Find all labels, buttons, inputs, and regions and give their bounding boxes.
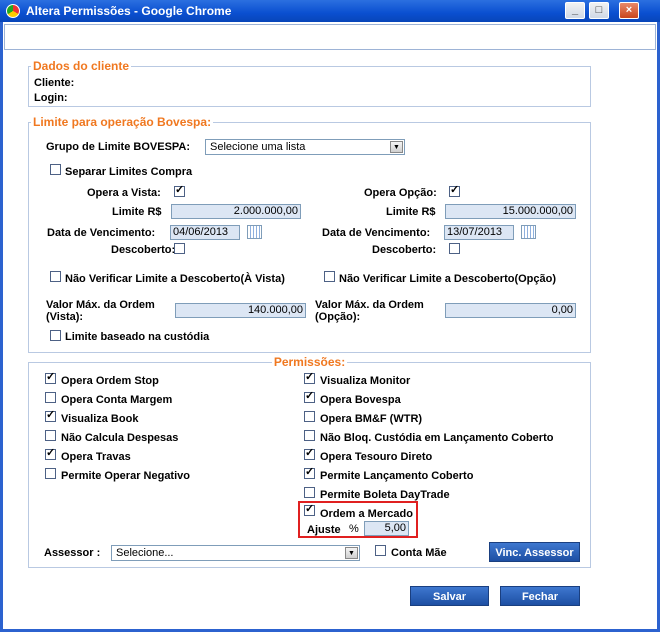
dados-cliente-section: Dados do cliente: [28, 59, 591, 107]
perm-nao-calcula-despesas-label: Não Calcula Despesas: [61, 432, 179, 444]
perm-visualiza-book-checkbox[interactable]: [45, 408, 56, 422]
perm-visualiza-book-label: Visualiza Book: [61, 413, 139, 425]
descoberto-vista-label: Descoberto:: [111, 244, 176, 256]
perm-opera-travas-label: Opera Travas: [61, 451, 131, 463]
custodia-checkbox[interactable]: [50, 330, 61, 341]
separar-limites-checkbox[interactable]: [50, 164, 61, 175]
valor-max-vista-label-2: (Vista):: [46, 311, 84, 323]
perm-lancamento-coberto-checkbox[interactable]: [304, 465, 315, 479]
chevron-down-icon: ▼: [390, 141, 403, 153]
vinc-assessor-button[interactable]: Vinc. Assessor: [489, 542, 580, 562]
ajuste-label: Ajuste: [307, 524, 341, 536]
assessor-value: Selecione...: [116, 547, 174, 559]
grupo-limite-value: Selecione uma lista: [210, 141, 306, 153]
perm-nao-bloq-custodia-checkbox[interactable]: [304, 430, 315, 441]
conta-mae-checkbox[interactable]: [375, 545, 386, 556]
venc-opcao-label: Data de Vencimento:: [322, 227, 431, 239]
valor-max-vista-label: Valor Máx. da Ordem: [46, 299, 155, 311]
title-bar: Altera Permissões - Google Chrome _ □ ×: [0, 0, 660, 22]
grupo-limite-label: Grupo de Limite BOVESPA:: [46, 141, 191, 153]
calendar-icon[interactable]: [247, 225, 262, 239]
perm-visualiza-monitor-checkbox[interactable]: [304, 370, 315, 384]
fechar-button[interactable]: Fechar: [500, 586, 580, 606]
assessor-label: Assessor :: [44, 547, 101, 559]
perm-tesouro-direto-checkbox[interactable]: [304, 446, 315, 460]
ajuste-input[interactable]: 5,00: [364, 521, 409, 536]
close-button[interactable]: ×: [619, 2, 639, 19]
perm-opera-bovespa-label: Opera Bovespa: [320, 394, 401, 406]
nao-verif-vista-label: Não Verificar Limite a Descoberto(À Vist…: [65, 273, 285, 285]
valor-max-opcao-label-2: (Opção):: [315, 311, 361, 323]
chevron-down-icon: ▼: [345, 547, 358, 559]
perm-opera-ordem-stop-label: Opera Ordem Stop: [61, 375, 159, 387]
custodia-label: Limite baseado na custódia: [65, 331, 210, 343]
perm-operar-negativo-label: Permite Operar Negativo: [61, 470, 190, 482]
perm-opera-conta-margem-checkbox[interactable]: [45, 392, 56, 403]
descoberto-vista-checkbox[interactable]: [174, 243, 185, 254]
opera-vista-label: Opera a Vista:: [87, 187, 161, 199]
perm-ordem-mercado-checkbox[interactable]: [304, 502, 315, 516]
perm-lancamento-coberto-label: Permite Lançamento Coberto: [320, 470, 474, 482]
perm-ordem-mercado-label: Ordem a Mercado: [320, 508, 413, 520]
limite-opcao-label: Limite R$: [386, 206, 436, 218]
descoberto-opcao-label: Descoberto:: [372, 244, 437, 256]
valor-max-opcao-label: Valor Máx. da Ordem: [315, 299, 424, 311]
limite-legend: Limite para operação Bovespa:: [33, 115, 212, 129]
perm-visualiza-monitor-label: Visualiza Monitor: [320, 375, 411, 387]
perm-nao-bloq-custodia-label: Não Bloq. Custódia em Lançamento Coberto: [320, 432, 554, 444]
chrome-icon: [6, 4, 20, 18]
salvar-button[interactable]: Salvar: [410, 586, 489, 606]
calendar-icon[interactable]: [521, 225, 536, 239]
login-label: Login:: [34, 92, 68, 104]
ajuste-unit: %: [349, 523, 359, 535]
perm-operar-negativo-checkbox[interactable]: [45, 468, 56, 479]
grupo-limite-select[interactable]: Selecione uma lista ▼: [205, 139, 405, 155]
venc-vista-label: Data de Vencimento:: [47, 227, 156, 239]
perm-boleta-daytrade-checkbox[interactable]: [304, 487, 315, 498]
venc-opcao-input[interactable]: 13/07/2013: [444, 225, 514, 240]
address-bar[interactable]: [4, 24, 656, 50]
perm-opera-conta-margem-label: Opera Conta Margem: [61, 394, 173, 406]
valor-max-vista-input[interactable]: 140.000,00: [175, 303, 306, 318]
perm-nao-calcula-despesas-checkbox[interactable]: [45, 430, 56, 441]
opera-opcao-label: Opera Opção:: [364, 187, 437, 199]
conta-mae-label: Conta Mãe: [391, 547, 447, 559]
opera-vista-checkbox[interactable]: [174, 183, 185, 197]
descoberto-opcao-checkbox[interactable]: [449, 243, 460, 254]
perm-tesouro-direto-label: Opera Tesouro Direto: [320, 451, 433, 463]
perm-opera-ordem-stop-checkbox[interactable]: [45, 370, 56, 384]
valor-max-opcao-input[interactable]: 0,00: [445, 303, 576, 318]
limite-vista-label: Limite R$: [112, 206, 162, 218]
separar-limites-label: Separar Limites Compra: [65, 166, 193, 178]
permissoes-legend: Permissões:: [273, 355, 346, 369]
dados-cliente-legend: Dados do cliente: [33, 59, 130, 73]
nao-verif-vista-checkbox[interactable]: [50, 271, 61, 282]
assessor-select[interactable]: Selecione... ▼: [111, 545, 360, 561]
window-title: Altera Permissões - Google Chrome: [26, 4, 232, 18]
nao-verif-opcao-checkbox[interactable]: [324, 271, 335, 282]
venc-vista-input[interactable]: 04/06/2013: [170, 225, 240, 240]
perm-boleta-daytrade-label: Permite Boleta DayTrade: [320, 489, 450, 501]
maximize-button[interactable]: □: [589, 2, 609, 19]
perm-opera-bovespa-checkbox[interactable]: [304, 389, 315, 403]
opera-opcao-checkbox[interactable]: [449, 183, 460, 197]
nao-verif-opcao-label: Não Verificar Limite a Descoberto(Opção): [339, 273, 557, 285]
perm-opera-travas-checkbox[interactable]: [45, 446, 56, 460]
perm-opera-bmf-checkbox[interactable]: [304, 411, 315, 422]
cliente-label: Cliente:: [34, 77, 75, 89]
limite-opcao-input[interactable]: 15.000.000,00: [445, 204, 576, 219]
limite-vista-input[interactable]: 2.000.000,00: [171, 204, 301, 219]
minimize-button[interactable]: _: [565, 2, 585, 19]
perm-opera-bmf-label: Opera BM&F (WTR): [320, 413, 423, 425]
